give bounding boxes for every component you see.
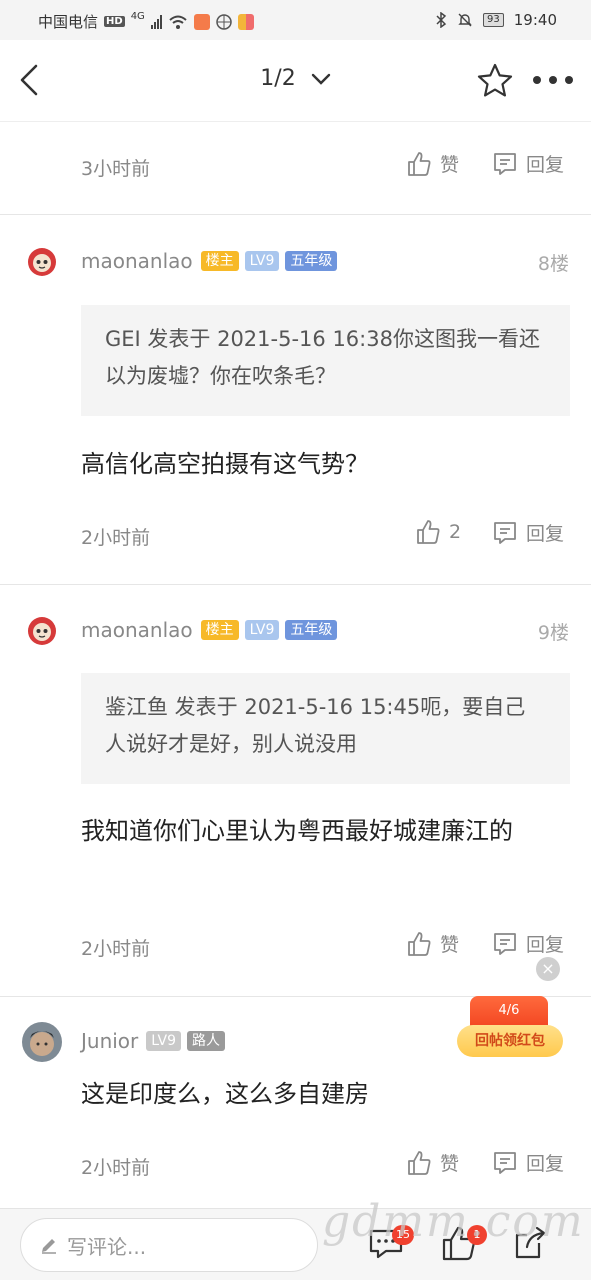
username[interactable]: maonanlao [81, 249, 193, 273]
avatar[interactable] [22, 1022, 62, 1062]
comment-input[interactable]: 写评论... [20, 1218, 318, 1272]
signal-icon [150, 14, 162, 29]
post-meta-row: 2小时前 赞 回复 [0, 1145, 591, 1185]
like-count: 2 [449, 521, 462, 543]
post-meta-row: 2小时前 2 回复 [0, 515, 591, 555]
post-time: 3小时前 [81, 158, 151, 180]
comment-bubble-icon [494, 1151, 516, 1174]
like-label: 赞 [440, 1153, 460, 1175]
floor-number: 8楼 [537, 253, 569, 275]
post-meta-row: 2小时前 赞 回复 [0, 926, 591, 966]
comment-bubble-icon [494, 521, 516, 544]
level-tag: LV9 [244, 251, 280, 271]
status-right: 93 19:40 [435, 11, 557, 29]
post-divider [0, 214, 591, 215]
thumbs-up-icon [408, 931, 431, 956]
like-label: 赞 [440, 934, 460, 956]
close-red-packet-button[interactable]: × [536, 957, 560, 981]
post-time: 2小时前 [81, 527, 151, 549]
reply-button[interactable]: 回复 [492, 150, 564, 177]
clock: 19:40 [513, 11, 557, 29]
reply-label: 回复 [526, 1153, 565, 1175]
more-options-icon[interactable] [531, 74, 575, 86]
post-content: 这是印度么，这么多自建房 [81, 1080, 369, 1108]
watermark: gdmm.com [322, 1196, 585, 1247]
reply-button[interactable]: 回复 [492, 519, 564, 546]
chevron-down-icon [311, 73, 330, 85]
pencil-icon [42, 1239, 56, 1254]
reply-label: 回复 [526, 934, 565, 956]
colorful-app-icon [237, 13, 254, 30]
comment-placeholder: 写评论... [67, 1234, 147, 1259]
like-button[interactable]: 赞 [406, 150, 459, 177]
globe-icon [216, 13, 232, 30]
hd-badge: HD [104, 16, 125, 27]
mute-bell-icon [458, 13, 472, 27]
username[interactable]: Junior [81, 1029, 138, 1053]
status-bar: 中国电信 HD 4G 93 19:40 [0, 0, 591, 40]
reply-button[interactable]: 回复 [492, 930, 564, 957]
comment-bubble-icon [494, 152, 516, 175]
post-time: 2小时前 [81, 938, 151, 960]
network-label: 4G [130, 11, 145, 22]
battery-indicator: 93 [483, 13, 504, 27]
level-tag: LV9 [244, 620, 280, 640]
comment-bubble-icon [494, 932, 516, 955]
heart-app-icon [193, 13, 210, 30]
like-button[interactable]: 赞 [406, 1149, 459, 1176]
nav-bar: 1/2 [0, 40, 591, 122]
reply-button[interactable]: 回复 [492, 1149, 564, 1176]
avatar[interactable] [22, 611, 62, 651]
post-time: 2小时前 [81, 1157, 151, 1179]
reply-label: 回复 [526, 523, 565, 545]
quote-block[interactable]: GEI 发表于 2021-5-16 16:38你这图我一看还以为废墟？你在吹条毛… [81, 305, 570, 416]
wifi-icon [169, 15, 187, 29]
grade-tag: 五年级 [285, 251, 338, 271]
grade-tag: 五年级 [285, 620, 338, 640]
reply-for-red-packet-button[interactable]: 回帖领红包 [457, 1025, 563, 1057]
username[interactable]: maonanlao [81, 618, 193, 642]
like-button[interactable]: 2 [415, 519, 461, 545]
carrier-label: 中国电信 [38, 13, 99, 31]
owner-tag: 楼主 [200, 620, 239, 640]
avatar-image [22, 1022, 62, 1062]
owner-tag: 楼主 [200, 251, 239, 271]
like-button[interactable]: 赞 [406, 930, 459, 957]
avatar-image [22, 611, 62, 651]
post-content: 高信化高空拍摄有这气势？ [81, 450, 369, 478]
page-indicator: 1/2 [260, 66, 296, 91]
post-meta-row: 3小时前 赞 回复 [0, 146, 591, 186]
status-left: 中国电信 HD 4G [38, 11, 254, 32]
user-row: maonanlao 楼主 LV9 五年级 [81, 246, 338, 276]
floor-number: 9楼 [537, 622, 569, 644]
reply-label: 回复 [526, 154, 565, 176]
thumbs-up-icon [408, 1150, 431, 1175]
like-label: 赞 [440, 154, 460, 176]
thumbs-up-icon [417, 520, 440, 544]
user-row: maonanlao 楼主 LV9 五年级 [81, 615, 338, 645]
post-content: 我知道你们心里认为粤西最好城建廉江的 [81, 817, 513, 845]
avatar[interactable] [22, 242, 62, 282]
level-tag: LV9 [146, 1031, 182, 1051]
post-divider [0, 584, 591, 585]
thumbs-up-icon [408, 151, 431, 176]
quote-block[interactable]: 鉴江鱼 发表于 2021-5-16 15:45呃，要自己人说好才是好，别人说没用 [81, 673, 570, 784]
role-tag: 路人 [187, 1031, 226, 1051]
bluetooth-icon [436, 12, 447, 28]
favorite-star-icon[interactable] [476, 62, 514, 98]
avatar-image [22, 242, 62, 282]
user-row: Junior LV9 路人 [81, 1026, 226, 1056]
